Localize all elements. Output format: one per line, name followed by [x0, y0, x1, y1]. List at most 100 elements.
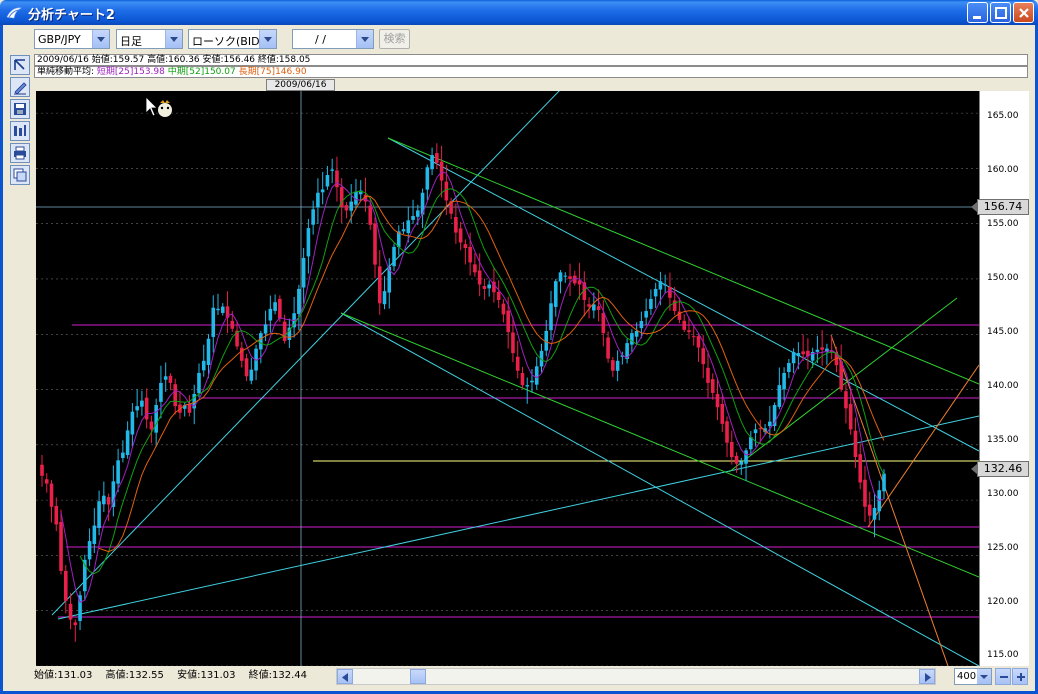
candle-body[interactable] — [140, 400, 144, 407]
candle-body[interactable] — [63, 570, 68, 601]
candle-body[interactable] — [130, 411, 135, 435]
candle-body[interactable] — [435, 153, 439, 163]
candle-body[interactable] — [487, 284, 491, 289]
candle-body[interactable] — [439, 161, 444, 181]
period-select[interactable]: 日足 — [116, 29, 183, 49]
candle-body[interactable] — [853, 430, 858, 458]
candle-body[interactable] — [791, 351, 796, 364]
minimize-button[interactable] — [967, 2, 988, 23]
candle-body[interactable] — [691, 336, 696, 338]
save-tool-button[interactable] — [10, 99, 30, 119]
candle-body[interactable] — [216, 308, 220, 311]
candle-body[interactable] — [49, 483, 54, 507]
bar-count-select[interactable]: 400 — [954, 668, 992, 685]
title-bar[interactable]: 分析チャート2 — [0, 0, 1038, 25]
candle-body[interactable] — [73, 622, 78, 626]
candle-body[interactable] — [54, 505, 59, 525]
candle-body[interactable] — [682, 320, 687, 330]
candle-body[interactable] — [473, 264, 477, 273]
candle-body[interactable] — [220, 306, 225, 313]
candle-body[interactable] — [715, 393, 720, 408]
candle-body[interactable] — [116, 460, 120, 484]
candle-body[interactable] — [729, 441, 734, 458]
candle-body[interactable] — [753, 429, 758, 434]
currency-pair-select[interactable]: GBP/JPY — [34, 29, 110, 49]
candle-body[interactable] — [563, 275, 568, 277]
candle-body[interactable] — [273, 302, 277, 311]
candle-body[interactable] — [377, 266, 382, 304]
candle-body[interactable] — [425, 167, 430, 190]
candle-body[interactable] — [734, 455, 739, 464]
candle-body[interactable] — [777, 385, 782, 407]
candle-body[interactable] — [611, 360, 615, 371]
candle-body[interactable] — [801, 351, 805, 355]
candle-body[interactable] — [848, 404, 853, 430]
chevron-down-icon[interactable] — [356, 30, 373, 48]
candle-body[interactable] — [368, 205, 373, 225]
candle-body[interactable] — [40, 464, 44, 476]
candle-body[interactable] — [301, 257, 306, 288]
search-button[interactable]: 検索 — [379, 29, 410, 49]
candle-body[interactable] — [197, 372, 201, 394]
chevron-down-icon[interactable] — [259, 30, 276, 48]
candle-body[interactable] — [820, 347, 824, 350]
candle-body[interactable] — [68, 603, 73, 620]
candle-body[interactable] — [468, 246, 472, 263]
candle-body[interactable] — [653, 288, 658, 297]
candle-body[interactable] — [725, 421, 729, 443]
candle-body[interactable] — [335, 170, 339, 188]
candle-body[interactable] — [782, 372, 786, 390]
candle-body[interactable] — [515, 356, 520, 371]
candle-body[interactable] — [506, 310, 510, 333]
candle-body[interactable] — [263, 324, 268, 334]
candle-body[interactable] — [106, 497, 111, 505]
candle-body[interactable] — [149, 421, 154, 430]
horizontal-scrollbar[interactable] — [336, 668, 936, 685]
scroll-right-button[interactable] — [919, 669, 935, 684]
candle-body[interactable] — [102, 495, 106, 505]
print-tool-button[interactable] — [10, 143, 30, 163]
candle-body[interactable] — [282, 321, 287, 341]
candle-body[interactable] — [796, 353, 801, 357]
candle-body[interactable] — [201, 360, 206, 371]
candle-body[interactable] — [344, 205, 349, 211]
candle-body[interactable] — [501, 303, 506, 315]
candle-body[interactable] — [882, 473, 886, 492]
candle-body[interactable] — [244, 358, 249, 377]
candle-body[interactable] — [668, 286, 672, 298]
candle-body[interactable] — [568, 276, 572, 279]
candle-body[interactable] — [482, 285, 487, 289]
candle-body[interactable] — [520, 372, 525, 386]
trendline[interactable] — [867, 364, 980, 528]
candle-body[interactable] — [311, 209, 315, 225]
candle-body[interactable] — [477, 270, 482, 285]
candle-body[interactable] — [211, 307, 216, 337]
candle-body[interactable] — [401, 229, 406, 232]
scroll-thumb[interactable] — [410, 669, 426, 684]
candle-body[interactable] — [511, 332, 515, 354]
candle-body[interactable] — [844, 391, 848, 409]
candle-body[interactable] — [135, 406, 139, 411]
candle-body[interactable] — [163, 376, 168, 380]
candle-body[interactable] — [815, 349, 820, 352]
candle-body[interactable] — [630, 333, 634, 345]
candle-body[interactable] — [696, 336, 701, 348]
candle-body[interactable] — [644, 311, 648, 318]
candle-body[interactable] — [649, 298, 653, 309]
candle-body[interactable] — [720, 403, 725, 424]
candle-body[interactable] — [744, 450, 748, 464]
candle-body[interactable] — [278, 298, 282, 319]
copy-tool-button[interactable] — [10, 165, 30, 185]
candle-body[interactable] — [239, 347, 244, 361]
ma-long-line[interactable] — [98, 195, 885, 553]
zoom-in-button[interactable] — [1012, 668, 1028, 685]
candle-body[interactable] — [320, 189, 325, 193]
draw-line-tool-button[interactable] — [10, 77, 30, 97]
candle-body[interactable] — [206, 338, 211, 366]
trendline[interactable] — [387, 137, 980, 452]
cursor-tool-button[interactable] — [10, 55, 30, 75]
candle-body[interactable] — [858, 454, 863, 483]
chart-type-select[interactable]: ローソク(BID) — [188, 29, 277, 49]
candle-body[interactable] — [768, 421, 772, 427]
candle-body[interactable] — [606, 337, 610, 359]
